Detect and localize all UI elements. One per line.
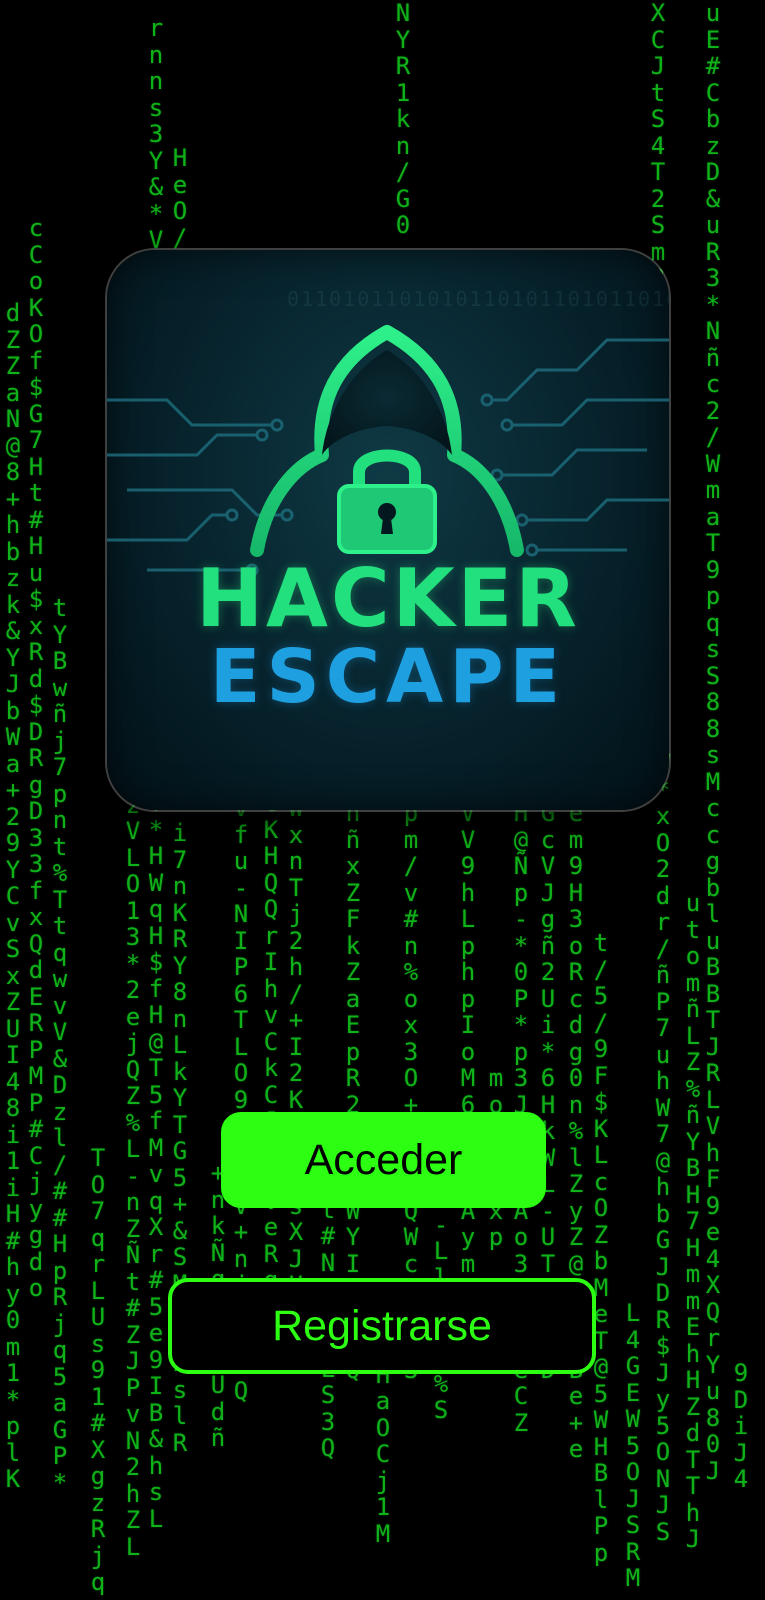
binary-pattern: 0110101101010110101101011010100101101011…	[287, 287, 669, 311]
rain-column: u E # C b z D & u R 3 * N ñ c 2 / W m a …	[705, 0, 721, 1485]
padlock-icon	[337, 449, 437, 554]
login-button[interactable]: Acceder	[221, 1112, 546, 1208]
register-button[interactable]: Registrarse	[168, 1278, 596, 1374]
logo-word-hacker: HACKER	[196, 552, 580, 645]
rain-column: T O 7 q r L U s 9 1 # X g z R j q	[90, 1144, 106, 1596]
rain-column: t Y B w ñ j 7 p n t % T t q w v V & D z …	[52, 594, 68, 1497]
rain-column: c C o K O f $ G 7 H t # H u $ x R d $ D …	[28, 214, 44, 1302]
logo-word-escape: ESCAPE	[209, 634, 567, 720]
rain-column: t / 5 / 9 F $ K L c O Z b M e T @ 5 W H …	[593, 929, 609, 1567]
rain-column: 9 D i J 4	[733, 1359, 749, 1493]
rain-column: X C J t S 4 T 2 S m 3	[650, 0, 666, 291]
hooded-hacker-icon	[107, 325, 669, 577]
rain-column: r n n s 3 Y & * V	[148, 14, 164, 254]
app-logo: 0110101101010110101101011010100101101011…	[107, 250, 669, 810]
rain-column: T * H W q H $ f H @ T 5 f M v q X r # 5 …	[148, 790, 164, 1533]
rain-column: V V 9 h L p h p I o M 6 $ o 6 A y m X # …	[460, 799, 476, 1356]
rain-column: L 4 G E W 5 O J S R M	[625, 1299, 641, 1592]
rain-column: H e O /	[172, 144, 188, 252]
rain-column: W x n T j 2 h / + I 2 K X Z w s X J H d …	[288, 795, 304, 1351]
app-screen: d Z Z a N @ 8 + h b z k & Y J b W a + 2 …	[0, 0, 765, 1600]
rain-column: N Y R 1 k n / G 0	[395, 0, 411, 239]
rain-column: W * x O 2 d r / ñ P 7 u h W 7 @ h b G J …	[655, 750, 671, 1546]
